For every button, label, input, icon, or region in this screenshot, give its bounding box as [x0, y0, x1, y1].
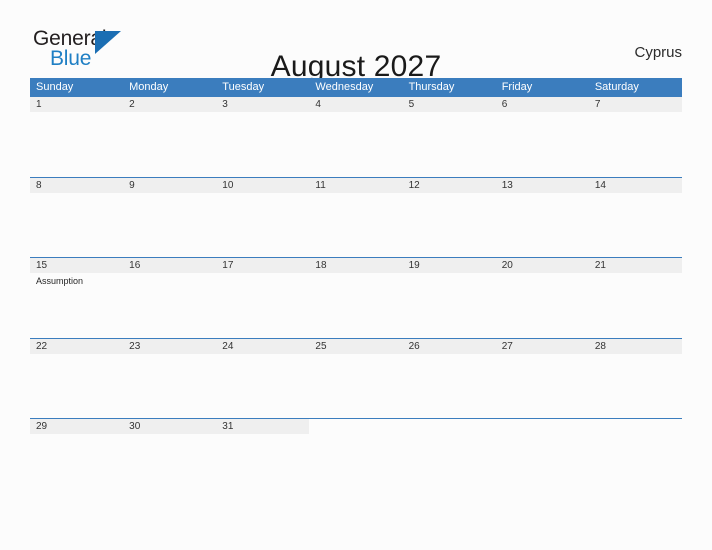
day-number[interactable]: 21 — [589, 258, 682, 273]
day-number[interactable]: 6 — [496, 97, 589, 112]
day-number[interactable]: 29 — [30, 419, 123, 434]
day-cell[interactable] — [123, 193, 216, 257]
day-number[interactable]: 10 — [216, 178, 309, 193]
country-label: Cyprus — [634, 44, 682, 61]
day-number[interactable]: 18 — [309, 258, 402, 273]
day-number[interactable]: 4 — [309, 97, 402, 112]
day-number[interactable]: 23 — [123, 339, 216, 354]
day-cell[interactable] — [403, 354, 496, 418]
day-number-empty — [588, 419, 682, 434]
day-cell[interactable] — [30, 354, 123, 418]
day-number[interactable]: 8 — [30, 178, 123, 193]
day-cell[interactable] — [496, 193, 589, 257]
day-number[interactable]: 3 — [216, 97, 309, 112]
day-number[interactable]: 27 — [496, 339, 589, 354]
day-cell[interactable] — [123, 434, 216, 498]
day-number[interactable]: 28 — [589, 339, 682, 354]
day-number[interactable]: 31 — [216, 419, 309, 434]
week-row: 8 9 10 11 12 13 14 — [30, 176, 682, 258]
day-cell-empty — [496, 434, 589, 498]
day-number[interactable]: 25 — [309, 339, 402, 354]
day-number[interactable]: 1 — [30, 97, 123, 112]
day-cell[interactable] — [496, 273, 589, 337]
weekday-header-friday: Friday — [501, 81, 533, 93]
weekday-header-thursday: Thursday — [408, 81, 455, 93]
day-number-empty — [309, 419, 403, 434]
day-number[interactable]: 12 — [403, 178, 496, 193]
week-date-band: 29 30 31 — [30, 418, 682, 434]
day-cell[interactable]: Assumption — [30, 273, 123, 337]
day-event: Assumption — [36, 276, 84, 286]
day-number-empty — [402, 419, 496, 434]
day-cell[interactable] — [589, 193, 682, 257]
day-cell[interactable] — [216, 193, 309, 257]
day-cell[interactable] — [216, 434, 309, 498]
day-cell[interactable] — [216, 354, 309, 418]
week-row: 1 2 3 4 5 6 7 — [30, 96, 682, 177]
week-date-band: 22 23 24 25 26 27 28 — [30, 337, 682, 354]
day-number-empty — [495, 419, 589, 434]
day-cell[interactable] — [30, 112, 123, 176]
week-row: 22 23 24 25 26 27 28 — [30, 337, 682, 419]
day-cell[interactable] — [496, 112, 589, 176]
day-number[interactable]: 17 — [216, 258, 309, 273]
week-row: 29 30 31 — [30, 418, 682, 499]
week-events-row — [30, 112, 682, 176]
week-events-row — [30, 193, 682, 257]
weekday-header-row: Sunday Monday Tuesday Wednesday Thursday… — [30, 78, 682, 96]
day-cell[interactable] — [30, 193, 123, 257]
day-cell[interactable] — [123, 112, 216, 176]
day-cell[interactable] — [403, 273, 496, 337]
day-cell[interactable] — [309, 354, 402, 418]
day-cell[interactable] — [216, 273, 309, 337]
week-date-band: 15 16 17 18 19 20 21 — [30, 257, 682, 273]
day-cell[interactable] — [309, 193, 402, 257]
day-number[interactable]: 14 — [589, 178, 682, 193]
weekday-header-wednesday: Wednesday — [315, 81, 374, 93]
week-date-band: 1 2 3 4 5 6 7 — [30, 96, 682, 112]
day-number[interactable]: 22 — [30, 339, 123, 354]
day-cell[interactable] — [123, 354, 216, 418]
day-number[interactable]: 20 — [496, 258, 589, 273]
day-number[interactable]: 7 — [589, 97, 682, 112]
week-row: 15 16 17 18 19 20 21 Assumption — [30, 257, 682, 338]
calendar-grid: Sunday Monday Tuesday Wednesday Thursday… — [30, 78, 682, 499]
day-cell[interactable] — [589, 273, 682, 337]
day-cell-empty — [309, 434, 402, 498]
weekday-header-monday: Monday — [129, 81, 169, 93]
day-cell-empty — [403, 434, 496, 498]
day-cell[interactable] — [589, 112, 682, 176]
day-cell[interactable] — [216, 112, 309, 176]
day-number[interactable]: 5 — [403, 97, 496, 112]
day-cell[interactable] — [403, 112, 496, 176]
week-date-band: 8 9 10 11 12 13 14 — [30, 176, 682, 193]
week-events-row — [30, 434, 682, 498]
day-number[interactable]: 11 — [309, 178, 402, 193]
day-cell-empty — [589, 434, 682, 498]
weekday-header-sunday: Sunday — [36, 81, 74, 93]
day-number[interactable]: 9 — [123, 178, 216, 193]
day-number[interactable]: 26 — [403, 339, 496, 354]
weekday-header-saturday: Saturday — [594, 81, 639, 93]
day-cell[interactable] — [123, 273, 216, 337]
day-cell[interactable] — [309, 112, 402, 176]
day-cell[interactable] — [30, 434, 123, 498]
day-number[interactable]: 19 — [403, 258, 496, 273]
day-cell[interactable] — [496, 354, 589, 418]
day-number[interactable]: 24 — [216, 339, 309, 354]
day-number[interactable]: 13 — [496, 178, 589, 193]
day-number[interactable]: 30 — [123, 419, 216, 434]
day-cell[interactable] — [589, 354, 682, 418]
week-events-row — [30, 354, 682, 418]
day-cell[interactable] — [309, 273, 402, 337]
page-header: General Blue August 2027 Cyprus — [0, 0, 712, 83]
day-number[interactable]: 16 — [123, 258, 216, 273]
week-events-row: Assumption — [30, 273, 682, 337]
weekday-header-tuesday: Tuesday — [222, 81, 265, 93]
day-number[interactable]: 15 — [30, 258, 123, 273]
day-cell[interactable] — [403, 193, 496, 257]
day-number[interactable]: 2 — [123, 97, 216, 112]
